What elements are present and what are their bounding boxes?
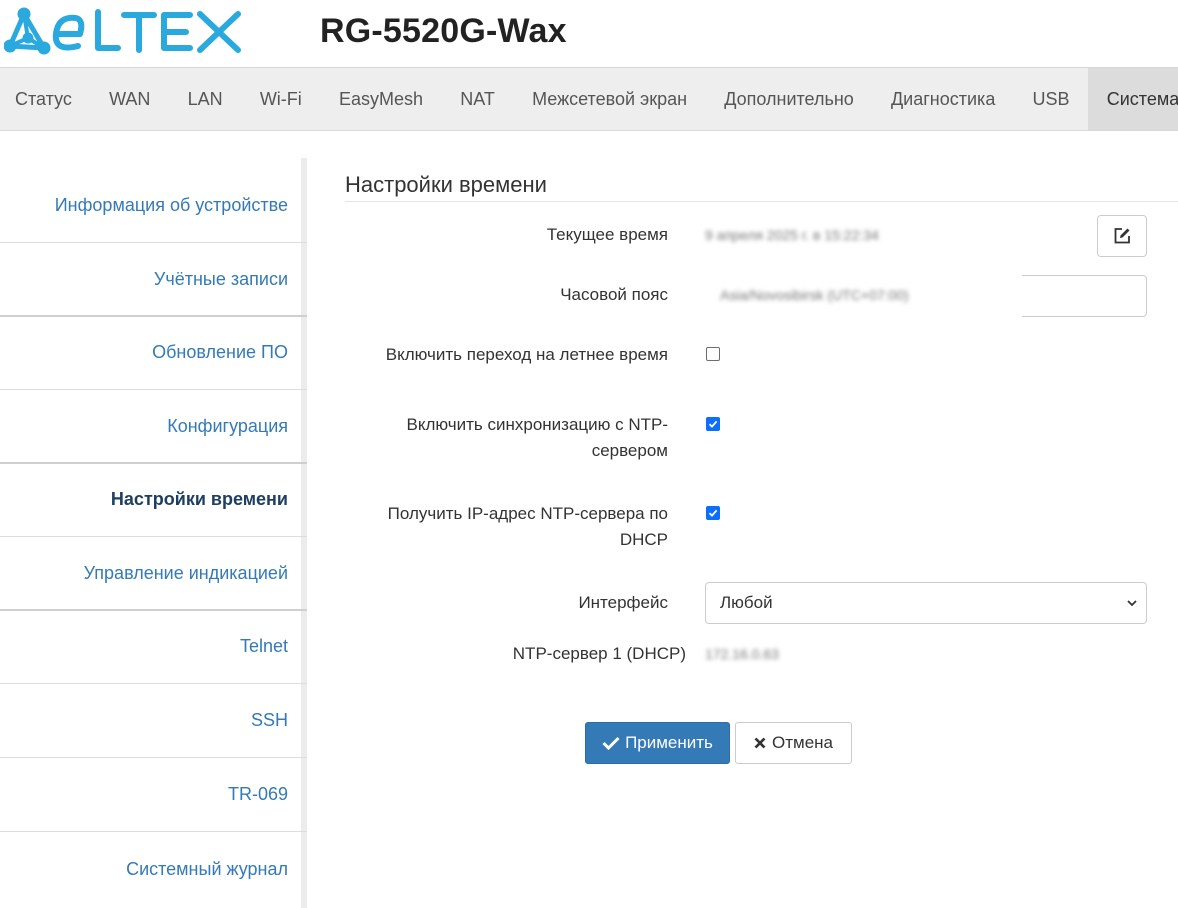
check-icon <box>602 736 620 750</box>
edit-time-button[interactable] <box>1097 215 1147 257</box>
interface-selected-value: Любой <box>720 593 773 612</box>
top-navigation: Статус WAN LAN Wi-Fi EasyMesh NAT Межсет… <box>0 67 1178 131</box>
tab-usb[interactable]: USB <box>1014 68 1088 130</box>
sidebar-item-tr069[interactable]: TR-069 <box>0 758 307 832</box>
header: RG-5520G-Wax <box>0 0 1178 67</box>
cancel-button-label: Отмена <box>772 733 833 752</box>
sidebar-item-device-info[interactable]: Информация об устройстве <box>0 169 307 243</box>
tab-system[interactable]: Система <box>1088 68 1178 130</box>
sidebar-item-telnet[interactable]: Telnet <box>0 610 307 684</box>
ntp-sync-label-line2: сервером <box>591 441 668 460</box>
sidebar-item-firmware-update[interactable]: Обновление ПО <box>0 316 307 390</box>
chevron-down-icon <box>1127 600 1137 607</box>
current-time-label: Текущее время <box>546 225 668 244</box>
ntp-sync-label-line1: Включить синхронизацию с NTP- <box>406 415 669 434</box>
title-divider <box>345 201 1178 202</box>
sidebar-item-led-control[interactable]: Управление индикацией <box>0 537 307 611</box>
tab-easymesh[interactable]: EasyMesh <box>320 68 441 130</box>
ntp-dhcp-label-line1: Получить IP-адрес NTP-сервера по <box>387 504 668 523</box>
sidebar-item-accounts[interactable]: Учётные записи <box>0 243 307 317</box>
apply-button-label: Применить <box>625 733 713 752</box>
tab-lan[interactable]: LAN <box>169 68 241 130</box>
ntp-sync-label: Включить синхронизацию с NTP- сервером <box>340 412 669 464</box>
dst-label: Включить переход на летнее время <box>385 345 668 364</box>
ntp-dhcp-checkbox[interactable] <box>706 506 720 520</box>
sidebar-item-ssh[interactable]: SSH <box>0 684 307 758</box>
tab-advanced[interactable]: Дополнительно <box>706 68 873 130</box>
ntp-dhcp-label-line2: DHCP <box>619 530 668 549</box>
tab-status[interactable]: Статус <box>0 68 91 130</box>
ntp-sync-checkbox[interactable] <box>706 417 720 431</box>
ntp-server1-label: NTP-сервер 1 (DHCP) <box>512 644 686 663</box>
current-time-value: 9 апреля 2025 г. в 15:22:34 <box>705 227 879 243</box>
interface-label: Интерфейс <box>578 593 668 612</box>
tab-wifi[interactable]: Wi-Fi <box>241 68 320 130</box>
page-title: Настройки времени <box>345 172 547 197</box>
sidebar-item-system-log[interactable]: Системный журнал <box>0 832 307 906</box>
edit-icon <box>1114 228 1130 244</box>
dst-checkbox[interactable] <box>706 347 720 361</box>
ntp-dhcp-label: Получить IP-адрес NTP-сервера по DHCP <box>340 501 668 553</box>
interface-select[interactable]: Любой <box>705 582 1147 624</box>
eltex-logo <box>4 7 241 55</box>
tab-diagnostics[interactable]: Диагностика <box>872 68 1014 130</box>
close-icon <box>754 737 766 749</box>
apply-button[interactable]: Применить <box>585 722 730 764</box>
device-model-title: RG-5520G-Wax <box>320 12 567 50</box>
cancel-button[interactable]: Отмена <box>735 722 852 764</box>
sidebar: Информация об устройстве Учётные записи … <box>0 158 307 908</box>
sidebar-item-time-settings[interactable]: Настройки времени <box>0 463 307 537</box>
checkmark-icon <box>708 420 718 428</box>
timezone-value: Asia/Novosibirsk (UTC+07:00) <box>720 287 909 303</box>
timezone-label: Часовой пояс <box>560 285 668 304</box>
ntp-server1-value: 172.16.0.63 <box>705 646 779 662</box>
tab-firewall[interactable]: Межсетевой экран <box>513 68 705 130</box>
checkmark-icon <box>708 509 718 517</box>
sidebar-item-configuration[interactable]: Конфигурация <box>0 390 307 464</box>
tab-nat[interactable]: NAT <box>442 68 514 130</box>
tab-wan[interactable]: WAN <box>91 68 170 130</box>
